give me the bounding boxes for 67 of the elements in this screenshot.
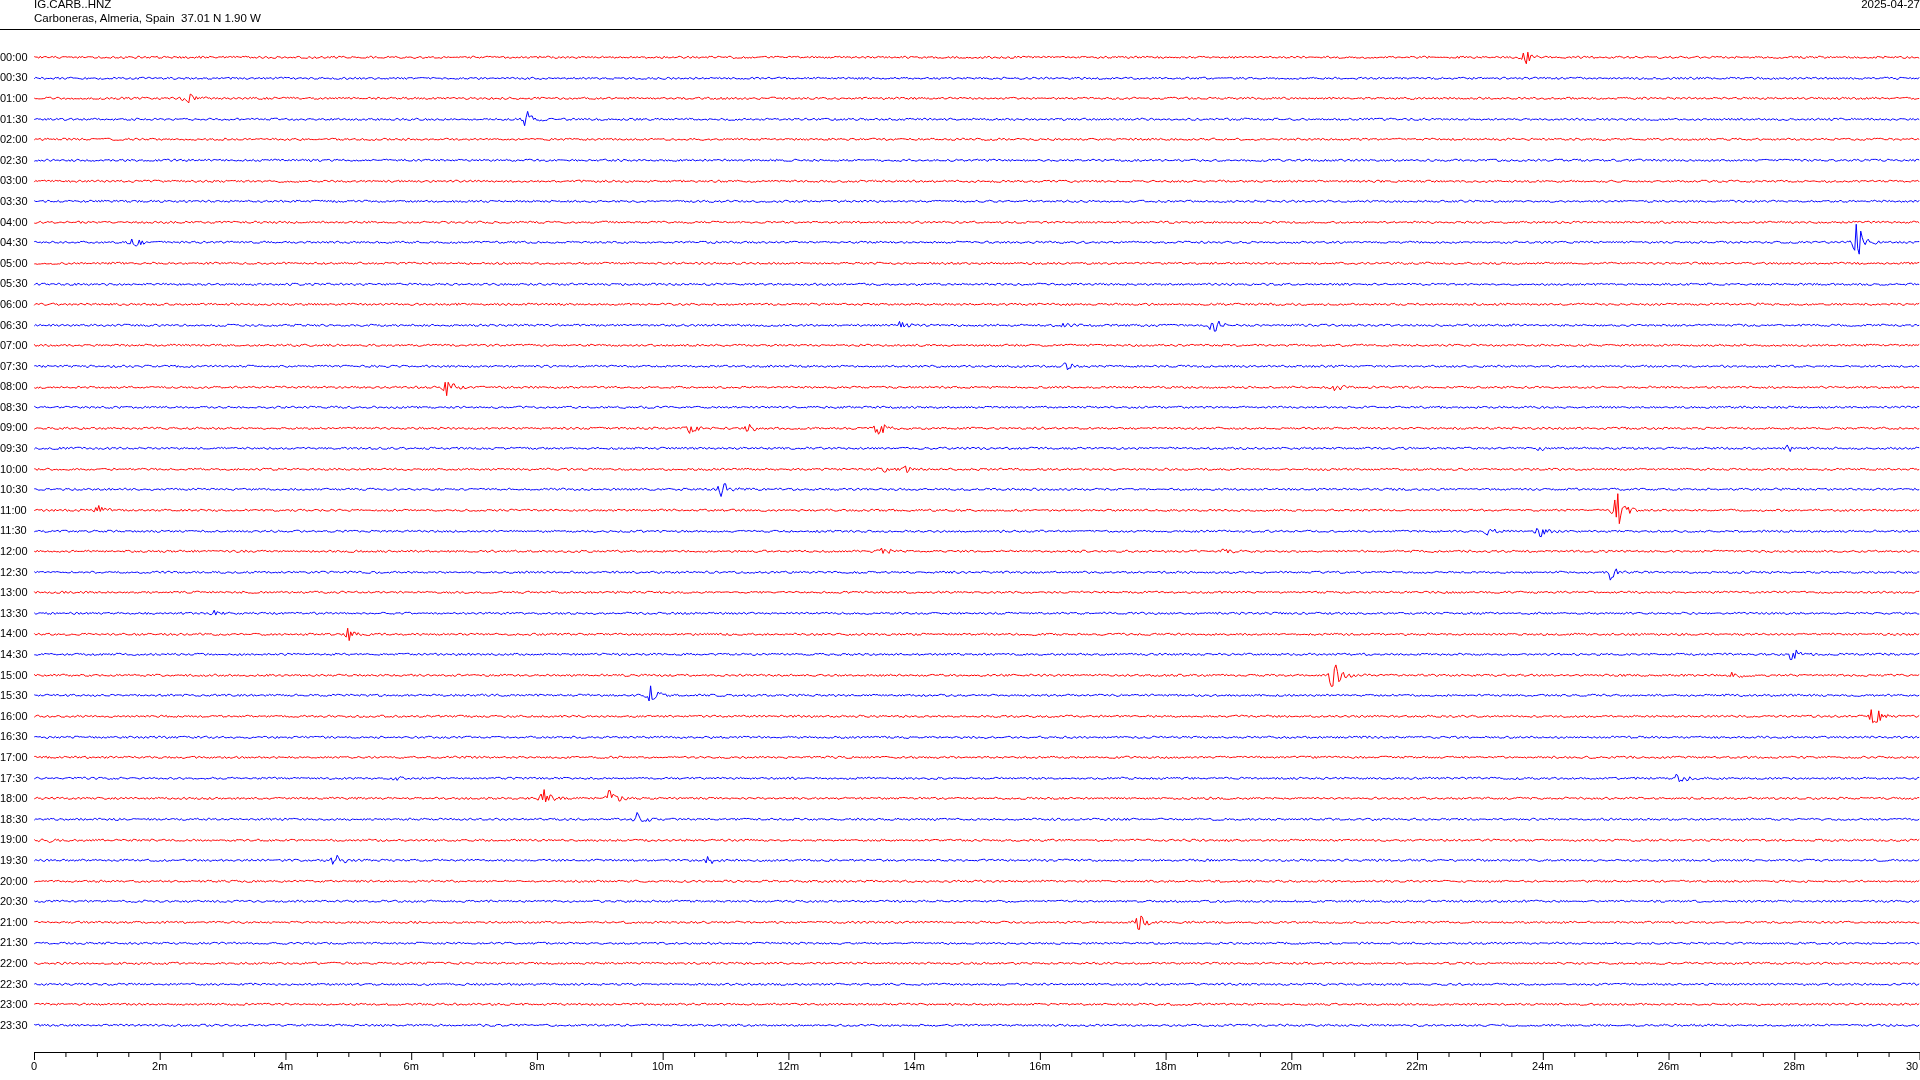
axis-label: 26m bbox=[1657, 1060, 1680, 1072]
time-label: 20:00 bbox=[0, 875, 29, 887]
axis-label: 8m bbox=[529, 1060, 545, 1072]
time-label: 10:30 bbox=[0, 484, 29, 496]
time-label: 05:30 bbox=[0, 278, 29, 290]
axis-label: 14m bbox=[903, 1060, 925, 1072]
time-label: 01:30 bbox=[0, 113, 29, 125]
time-label: 18:30 bbox=[0, 813, 29, 825]
time-label: 15:00 bbox=[0, 669, 29, 681]
time-label: 04:30 bbox=[0, 237, 29, 249]
time-label: 02:30 bbox=[0, 154, 29, 166]
axis-label: 24m bbox=[1532, 1060, 1554, 1072]
time-label: 22:00 bbox=[0, 957, 29, 969]
station-code: IG.CARB..HNZ bbox=[34, 0, 113, 11]
axis-label: 16m bbox=[1029, 1060, 1051, 1072]
time-label: 03:30 bbox=[0, 195, 29, 207]
time-label: 00:00 bbox=[0, 51, 29, 63]
time-label: 06:00 bbox=[0, 298, 29, 310]
time-label: 19:00 bbox=[0, 834, 29, 846]
time-label: 03:00 bbox=[0, 175, 29, 187]
time-label: 08:00 bbox=[0, 381, 29, 393]
time-label: 14:30 bbox=[0, 649, 29, 660]
time-label: 18:00 bbox=[0, 793, 29, 805]
time-label: 09:30 bbox=[0, 443, 29, 455]
axis-label: 6m bbox=[403, 1060, 419, 1072]
time-label: 17:30 bbox=[0, 772, 29, 784]
axis-label: 4m bbox=[277, 1060, 294, 1072]
time-label: 21:00 bbox=[0, 916, 29, 928]
time-label: 16:00 bbox=[0, 710, 29, 722]
time-label: 12:30 bbox=[0, 566, 29, 578]
time-label: 15:30 bbox=[0, 690, 29, 702]
axis-label: 12m bbox=[777, 1060, 800, 1072]
time-label: 08:30 bbox=[0, 401, 29, 413]
time-label: 01:00 bbox=[0, 93, 29, 104]
time-label: 00:30 bbox=[0, 72, 29, 84]
time-label: 22:30 bbox=[0, 978, 29, 990]
axis-label: 22m bbox=[1406, 1060, 1428, 1072]
time-label: 11:30 bbox=[0, 525, 28, 537]
time-label: 13:30 bbox=[0, 607, 29, 619]
time-label: 04:00 bbox=[0, 216, 29, 228]
time-label: 23:00 bbox=[0, 999, 29, 1011]
time-label: 06:30 bbox=[0, 319, 29, 331]
axis-label: 28m bbox=[1783, 1060, 1805, 1072]
axis-label: 0 bbox=[30, 1060, 38, 1072]
time-label: 02:00 bbox=[0, 134, 29, 146]
axis-label: 18m bbox=[1154, 1060, 1177, 1072]
time-label: 16:30 bbox=[0, 731, 29, 743]
time-label: 17:00 bbox=[0, 752, 29, 763]
time-label: 21:30 bbox=[0, 937, 29, 949]
axis-label: 10m bbox=[651, 1060, 674, 1072]
time-label: 11:00 bbox=[0, 504, 28, 516]
station-location: Carboneras, Almeria, Spain 37.01 N 1.90 W bbox=[34, 11, 261, 25]
time-label: 20:30 bbox=[0, 896, 29, 908]
axis-label: 20m bbox=[1280, 1060, 1303, 1072]
time-label: 23:30 bbox=[0, 1019, 29, 1031]
time-label: 10:00 bbox=[0, 463, 29, 475]
time-label: 07:00 bbox=[0, 340, 29, 352]
date-label: 2025-04-27 bbox=[1861, 0, 1920, 12]
time-label: 19:30 bbox=[0, 854, 29, 866]
axis-label: 30 bbox=[1906, 1060, 1919, 1072]
time-label: 14:00 bbox=[0, 628, 29, 640]
time-label: 05:00 bbox=[0, 257, 29, 269]
axis-label: 2m bbox=[152, 1060, 168, 1072]
time-label: 09:00 bbox=[0, 422, 29, 434]
time-label: 12:00 bbox=[0, 546, 29, 558]
time-label: 07:30 bbox=[0, 360, 29, 372]
time-label: 13:00 bbox=[0, 587, 29, 599]
